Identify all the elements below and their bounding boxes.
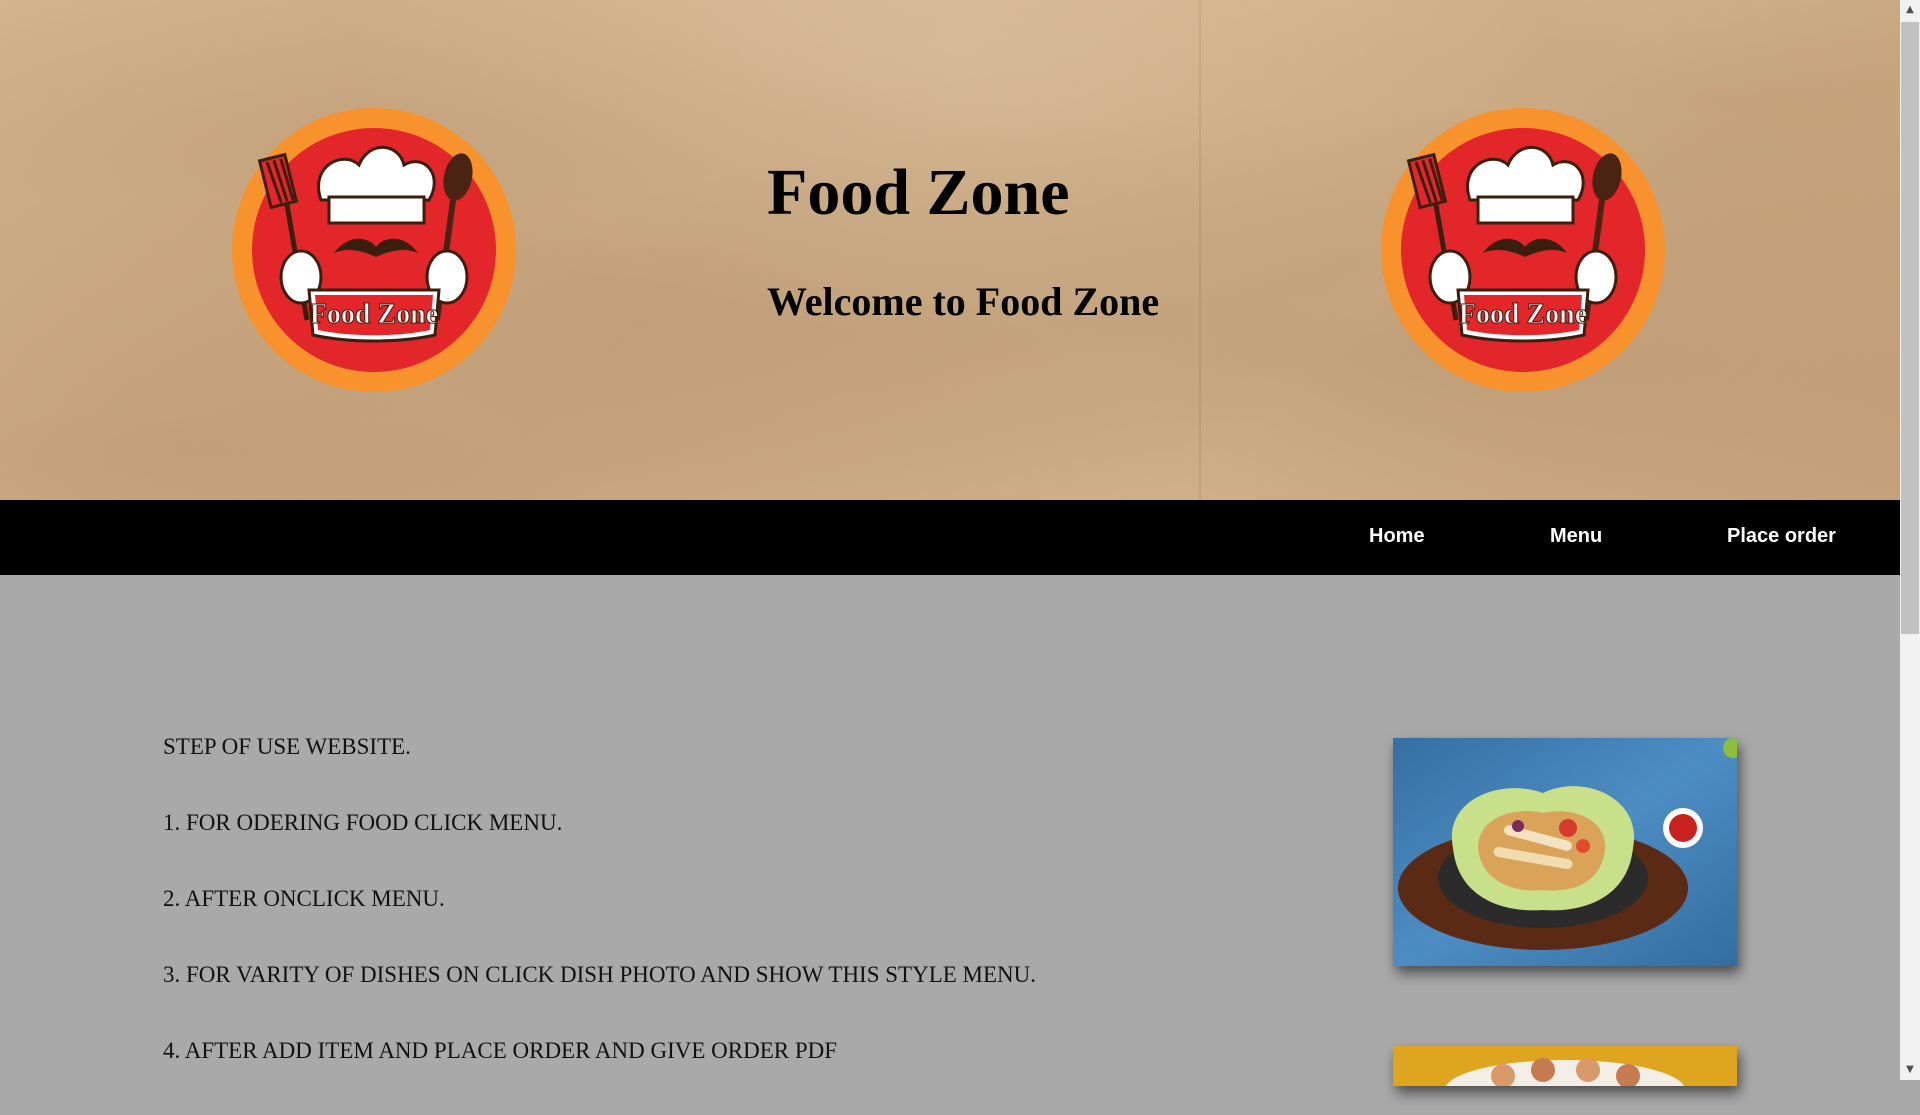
- page-scrollbar[interactable]: ▲ ▼: [1900, 0, 1920, 1080]
- svg-text:Food Zone: Food Zone: [310, 299, 438, 330]
- dish-photo-salad[interactable]: [1393, 738, 1737, 966]
- step-item: 2. AFTER ONCLICK MENU.: [163, 886, 445, 911]
- scroll-thumb[interactable]: [1901, 22, 1919, 634]
- dish-photo-second[interactable]: [1393, 1046, 1737, 1086]
- scroll-up-arrow-icon[interactable]: ▲: [1900, 0, 1920, 20]
- step-item: 4. AFTER ADD ITEM AND PLACE ORDER AND GI…: [163, 1038, 838, 1063]
- background-seam: [1199, 0, 1201, 500]
- site-header: Food Zone Food Zone Welcome to Food Zone: [0, 0, 1900, 500]
- title-block: Food Zone Welcome to Food Zone: [767, 160, 1159, 322]
- site-title: Food Zone: [767, 156, 1070, 229]
- nav-home-link[interactable]: Home: [1369, 500, 1425, 575]
- svg-text:Food Zone: Food Zone: [1459, 299, 1587, 330]
- nav-place-order-link[interactable]: Place order: [1727, 500, 1836, 575]
- scroll-down-arrow-icon[interactable]: ▼: [1900, 1060, 1920, 1080]
- food-zone-logo-left: Food Zone: [229, 105, 519, 395]
- steps-heading: STEP OF USE WEBSITE.: [163, 734, 411, 759]
- welcome-subtitle: Welcome to Food Zone: [767, 279, 1160, 324]
- food-zone-logo-right: Food Zone: [1378, 105, 1668, 395]
- nav-menu-link[interactable]: Menu: [1550, 500, 1602, 575]
- usage-steps: STEP OF USE WEBSITE. 1. FOR ODERING FOOD…: [163, 735, 1036, 1115]
- main-nav: Home Menu Place order: [0, 500, 1900, 575]
- step-item: 1. FOR ODERING FOOD CLICK MENU.: [163, 810, 563, 835]
- step-item: 3. FOR VARITY OF DISHES ON CLICK DISH PH…: [163, 962, 1037, 987]
